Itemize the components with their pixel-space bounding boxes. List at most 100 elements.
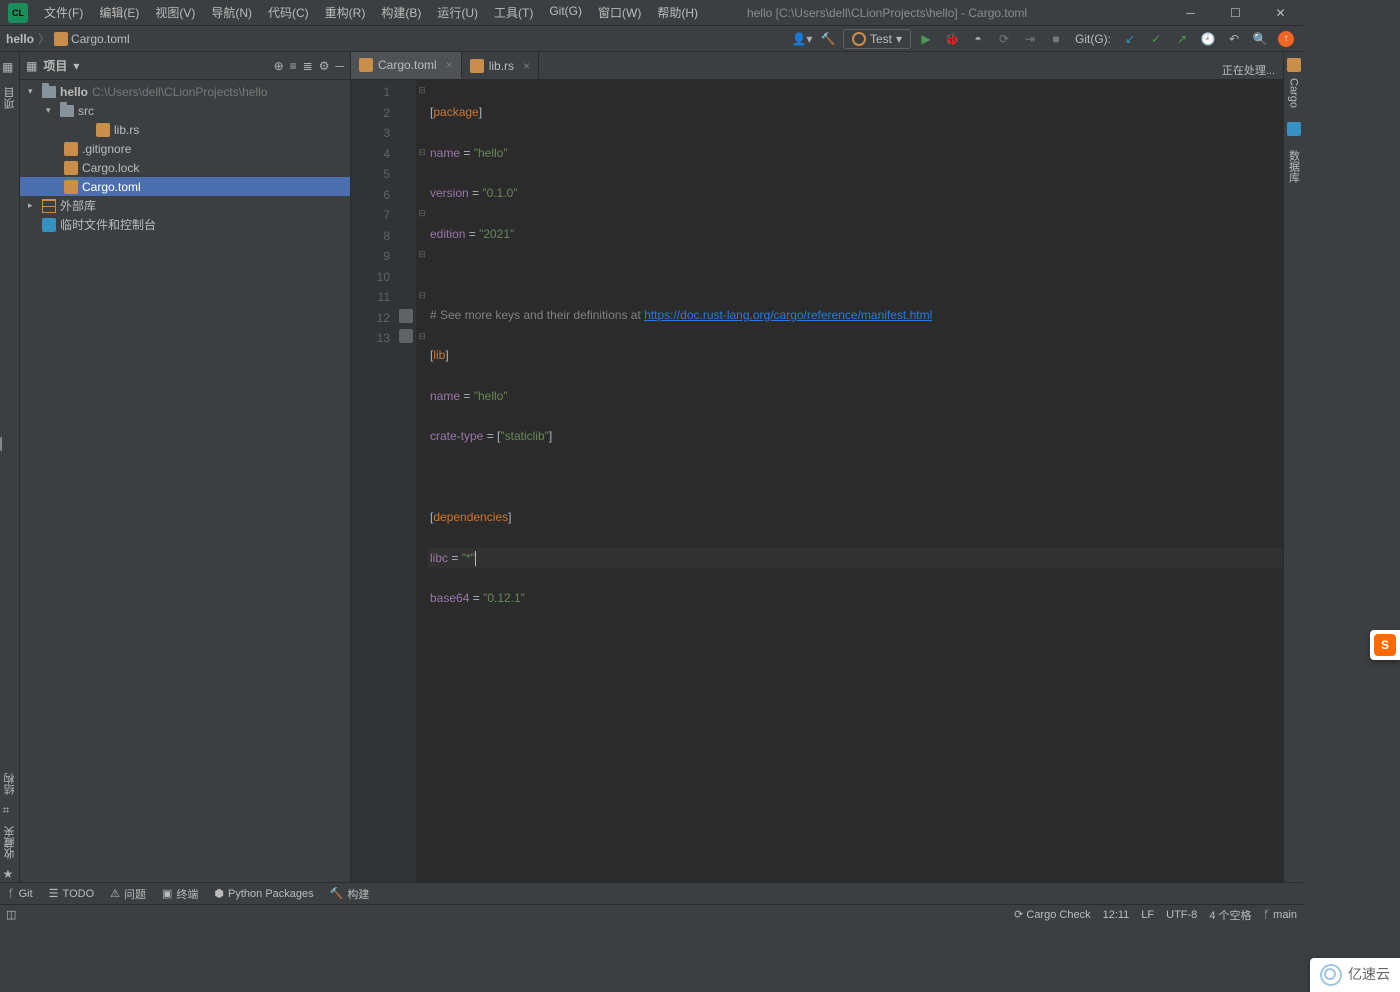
tree-external[interactable]: ▸ 外部库	[20, 196, 350, 215]
cargo-tool-label[interactable]: Cargo	[1288, 78, 1300, 108]
breadcrumb-root[interactable]: hello	[6, 32, 34, 46]
git-commit-icon[interactable]: ✓	[1145, 28, 1167, 50]
tab-lib-rs[interactable]: lib.rs ×	[462, 52, 539, 79]
project-view-icon[interactable]: ▦	[26, 59, 37, 73]
menu-file[interactable]: 文件(F)	[36, 0, 91, 25]
menu-build[interactable]: 构建(B)	[373, 0, 429, 25]
locate-icon[interactable]: ⊕	[274, 59, 284, 73]
git-history-icon[interactable]: 🕘	[1197, 28, 1219, 50]
favorites-tool-label[interactable]: 收藏夹	[2, 826, 18, 859]
project-pane-title[interactable]: 项目	[43, 57, 67, 74]
profile-button[interactable]: ⟳	[993, 28, 1015, 50]
tw-todo[interactable]: ☰TODO	[49, 887, 94, 900]
indexing-status: 正在处理...	[1222, 62, 1275, 78]
tw-problems[interactable]: ⚠问题	[110, 886, 146, 902]
tw-git[interactable]: ᚶGit	[8, 888, 33, 900]
project-pane-header: ▦ 项目 ▾ ⊕ ≡ ≣ ⚙ ─	[20, 52, 350, 80]
menubar: 文件(F) 编辑(E) 视图(V) 导航(N) 代码(C) 重构(R) 构建(B…	[36, 0, 706, 25]
code-content[interactable]: [package] name = "hello" version = "0.1.…	[428, 80, 1283, 882]
sb-branch[interactable]: ᚶ main	[1264, 909, 1298, 921]
crate-marker-icon[interactable]	[399, 329, 413, 343]
stop-button[interactable]: ■	[1045, 28, 1067, 50]
tree-root-label: hello	[60, 85, 88, 99]
breadcrumb-file-label: Cargo.toml	[71, 32, 130, 46]
minimize-button[interactable]: ─	[1168, 0, 1213, 26]
line-number-gutter[interactable]: 12345678910111213	[351, 80, 396, 882]
close-button[interactable]: ✕	[1258, 0, 1303, 26]
close-tab-icon[interactable]: ×	[523, 59, 530, 73]
git-rollback-icon[interactable]: ↶	[1223, 28, 1245, 50]
coverage-button[interactable]: ◓	[967, 28, 989, 50]
tw-build[interactable]: 🔨构建	[330, 886, 370, 902]
search-everywhere-icon[interactable]: 🔍	[1249, 28, 1271, 50]
sb-encoding[interactable]: UTF-8	[1166, 909, 1197, 921]
sb-position[interactable]: 12:11	[1103, 909, 1130, 921]
tree-src[interactable]: ▾ src	[20, 101, 350, 120]
debug-button[interactable]: 🐞	[941, 28, 963, 50]
tree-cargotoml[interactable]: Cargo.toml	[20, 177, 350, 196]
show-toolwindows-icon[interactable]: ◫	[6, 908, 16, 921]
marker-gutter[interactable]	[396, 80, 416, 882]
add-user-icon[interactable]: 👤▾	[791, 28, 813, 50]
database-tool-icon[interactable]	[1287, 122, 1301, 136]
sb-indent[interactable]: 4 个空格	[1209, 907, 1251, 923]
tree-gitignore[interactable]: .gitignore	[20, 139, 350, 158]
gear-icon[interactable]: ⚙	[319, 59, 330, 73]
tab-cargo-toml[interactable]: Cargo.toml ×	[351, 52, 462, 79]
project-tool-label[interactable]: 项目	[2, 87, 18, 109]
git-push-icon[interactable]: ↗	[1171, 28, 1193, 50]
code-editor[interactable]: 12345678910111213 ⊟⊟⊟⊟⊟⊟ [package] name …	[351, 80, 1283, 882]
cargo-tool-icon[interactable]	[1287, 58, 1301, 72]
chevron-down-icon[interactable]: ▾	[73, 59, 79, 73]
structure-tool-label[interactable]: 结构	[2, 773, 18, 795]
hide-panel-icon[interactable]: ─	[335, 59, 344, 73]
database-tool-label[interactable]: 数据库	[1286, 150, 1302, 183]
build-icon[interactable]: 🔨	[817, 28, 839, 50]
sb-cargo-check[interactable]: ⟳ Cargo Check	[1014, 908, 1090, 921]
toml-icon	[64, 180, 78, 194]
expander-icon[interactable]: ▾	[28, 86, 38, 97]
tw-python[interactable]: ⬢Python Packages	[214, 887, 313, 900]
maximize-button[interactable]: ☐	[1213, 0, 1258, 26]
menu-view[interactable]: 视图(V)	[147, 0, 203, 25]
tree-external-label: 外部库	[60, 197, 96, 214]
statusbar: ◫ ⟳ Cargo Check 12:11 LF UTF-8 4 个空格 ᚶ m…	[0, 904, 1303, 924]
project-pane: ▦ 项目 ▾ ⊕ ≡ ≣ ⚙ ─ ▾ hello C:\Users\dell\C…	[20, 52, 351, 882]
tree-scratches[interactable]: 临时文件和控制台	[20, 215, 350, 234]
config-icon	[852, 32, 866, 46]
tree-librs[interactable]: lib.rs	[20, 120, 350, 139]
git-pull-icon[interactable]: ↙	[1119, 28, 1141, 50]
menu-git[interactable]: Git(G)	[541, 0, 590, 25]
scratches-icon	[42, 218, 56, 232]
branch-icon: ᚶ	[8, 888, 15, 900]
project-tool-icon[interactable]: ▦	[2, 60, 17, 75]
project-tree[interactable]: ▾ hello C:\Users\dell\CLionProjects\hell…	[20, 80, 350, 882]
close-tab-icon[interactable]: ×	[446, 58, 453, 72]
package-icon: ⬢	[214, 887, 224, 900]
expander-icon[interactable]: ▾	[46, 105, 56, 116]
expander-icon[interactable]: ▸	[28, 200, 38, 211]
menu-navigate[interactable]: 导航(N)	[203, 0, 260, 25]
attach-button[interactable]: ⇥	[1019, 28, 1041, 50]
menu-run[interactable]: 运行(U)	[429, 0, 486, 25]
sb-line-separator[interactable]: LF	[1141, 909, 1154, 921]
run-button[interactable]: ▶	[915, 28, 937, 50]
expand-all-icon[interactable]: ≡	[290, 59, 297, 73]
fold-gutter[interactable]: ⊟⊟⊟⊟⊟⊟	[416, 80, 428, 882]
menu-tools[interactable]: 工具(T)	[486, 0, 541, 25]
structure-tool-icon[interactable]: ⌗	[3, 803, 18, 818]
crate-marker-icon[interactable]	[399, 309, 413, 323]
collapse-all-icon[interactable]: ≣	[303, 59, 313, 73]
menu-help[interactable]: 帮助(H)	[649, 0, 706, 25]
tw-terminal[interactable]: ▣终端	[162, 886, 198, 902]
ide-settings-icon[interactable]: ↑	[1275, 28, 1297, 50]
favorites-tool-icon[interactable]: ★	[3, 867, 18, 882]
breadcrumb-file[interactable]: Cargo.toml	[54, 32, 130, 46]
run-config-selector[interactable]: Test ▾	[843, 29, 911, 49]
tree-cargolock[interactable]: Cargo.lock	[20, 158, 350, 177]
tree-root[interactable]: ▾ hello C:\Users\dell\CLionProjects\hell…	[20, 82, 350, 101]
menu-refactor[interactable]: 重构(R)	[317, 0, 374, 25]
menu-window[interactable]: 窗口(W)	[590, 0, 649, 25]
menu-code[interactable]: 代码(C)	[260, 0, 317, 25]
menu-edit[interactable]: 编辑(E)	[91, 0, 147, 25]
